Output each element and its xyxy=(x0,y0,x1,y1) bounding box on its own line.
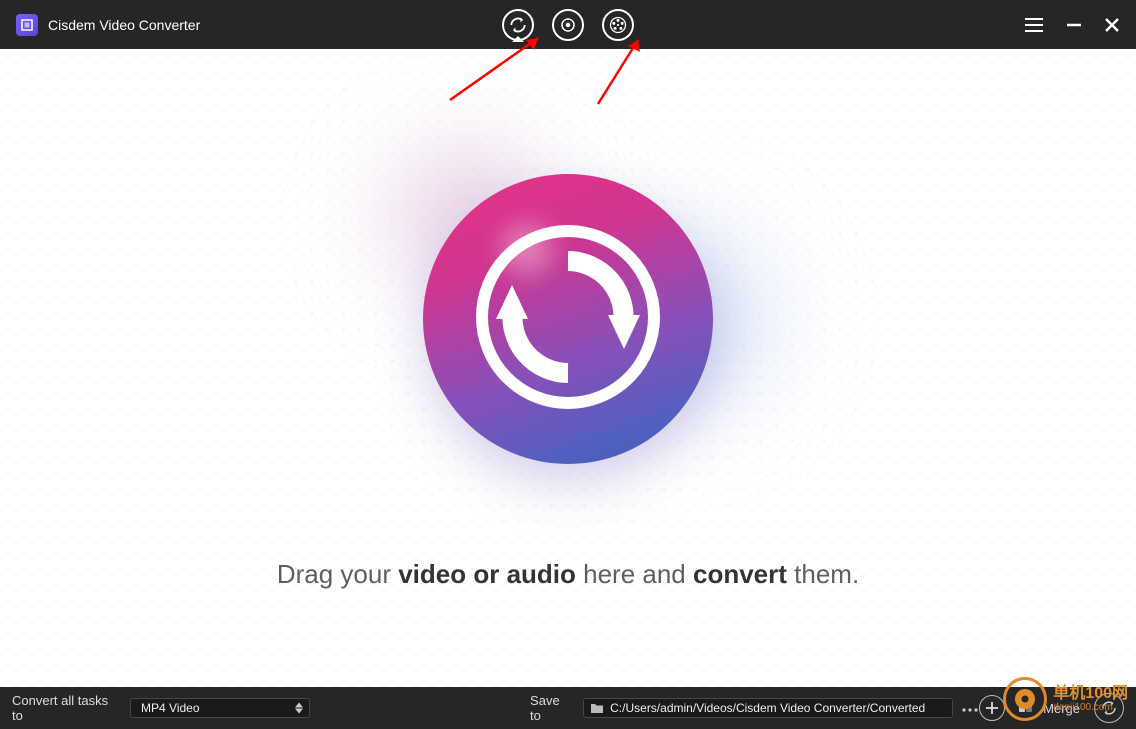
mode-tabs xyxy=(502,9,634,41)
footer-actions: Merge xyxy=(979,693,1124,723)
hamburger-icon xyxy=(1024,18,1044,32)
mode-rip-button[interactable] xyxy=(552,9,584,41)
browse-folder-button[interactable] xyxy=(961,701,979,716)
close-icon xyxy=(1104,17,1120,33)
folder-icon xyxy=(590,702,604,714)
minimize-button[interactable] xyxy=(1066,17,1082,33)
dots-icon xyxy=(961,707,979,713)
minimize-icon xyxy=(1066,17,1082,33)
drop-zone[interactable]: Drag your video or audio here and conver… xyxy=(0,49,1136,687)
add-file-button[interactable] xyxy=(979,695,1005,721)
menu-button[interactable] xyxy=(1024,18,1044,32)
active-tab-caret-icon xyxy=(512,36,524,42)
drop-hint-text: Drag your video or audio here and conver… xyxy=(0,559,1136,590)
start-convert-button[interactable] xyxy=(1094,693,1124,723)
cycle-icon xyxy=(1100,699,1118,717)
close-button[interactable] xyxy=(1104,17,1120,33)
select-stepper-icon xyxy=(295,703,303,714)
disc-icon xyxy=(559,16,577,34)
window-controls xyxy=(1024,17,1120,33)
app-logo-icon xyxy=(16,14,38,36)
output-format-value: MP4 Video xyxy=(141,701,199,715)
merge-icon xyxy=(1019,701,1037,715)
plus-icon xyxy=(985,701,999,715)
merge-toggle[interactable]: Merge xyxy=(1019,701,1080,716)
convert-all-label: Convert all tasks to xyxy=(12,693,120,723)
app-title: Cisdem Video Converter xyxy=(48,17,200,33)
sync-arrows-icon xyxy=(468,217,668,422)
output-path-field[interactable]: C:/Users/admin/Videos/Cisdem Video Conve… xyxy=(583,698,953,718)
output-path-value: C:/Users/admin/Videos/Cisdem Video Conve… xyxy=(610,701,925,716)
mode-convert-button[interactable] xyxy=(502,9,534,41)
hero-circle xyxy=(423,174,713,464)
output-format-select[interactable]: MP4 Video xyxy=(130,698,310,718)
film-reel-icon xyxy=(608,15,628,35)
titlebar: Cisdem Video Converter xyxy=(0,0,1136,49)
footer-bar: Convert all tasks to MP4 Video Save to C… xyxy=(0,687,1136,729)
merge-label: Merge xyxy=(1043,701,1080,716)
convert-arrows-icon xyxy=(508,15,528,35)
save-to-label: Save to xyxy=(530,693,573,723)
mode-download-button[interactable] xyxy=(602,9,634,41)
